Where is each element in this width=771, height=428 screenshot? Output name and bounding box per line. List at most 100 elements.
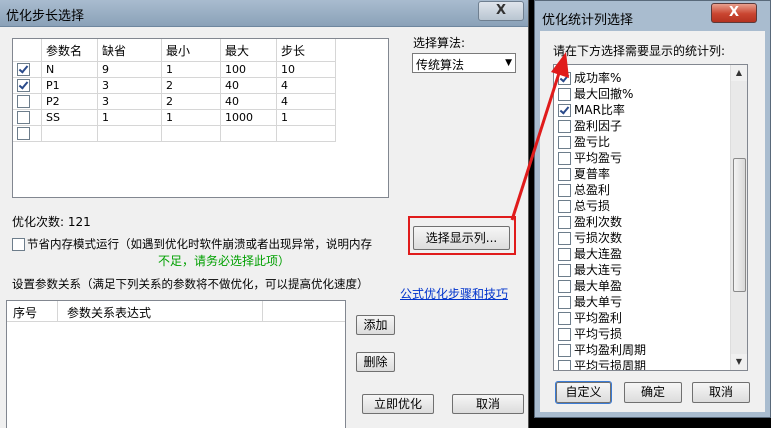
column-option-checkbox[interactable] <box>558 200 571 213</box>
table-cell[interactable]: 3 <box>97 77 162 94</box>
column-option[interactable]: 平均盈利周期 <box>558 341 646 357</box>
cancel-button[interactable]: 取消 <box>692 382 750 403</box>
table-cell[interactable]: 1 <box>161 109 221 126</box>
parameter-grid[interactable]: 参数名 缺省 最小 最大 步长 N 9 1 100 10 P1 3 2 40 4 P2 3 2 40 4 SS… <box>12 38 389 198</box>
column-option[interactable]: 盈亏比 <box>558 133 610 149</box>
column-header[interactable]: 参数名 <box>41 39 98 62</box>
optimize-now-button[interactable]: 立即优化 <box>362 394 434 414</box>
column-option[interactable]: 总盈利 <box>558 181 610 197</box>
table-row[interactable]: P1 3 2 40 4 <box>13 77 336 94</box>
column-option-checkbox[interactable] <box>558 296 571 309</box>
column-option[interactable]: MAR比率 <box>558 101 625 117</box>
table-cell[interactable]: 2 <box>161 93 221 110</box>
add-button[interactable]: 添加 <box>356 315 395 335</box>
table-cell[interactable]: 1000 <box>220 109 277 126</box>
column-option[interactable]: 盈利次数 <box>558 213 622 229</box>
column-option[interactable]: 最大连亏 <box>558 261 622 277</box>
column-header[interactable]: 步长 <box>276 39 336 62</box>
column-option-checkbox[interactable] <box>558 136 571 149</box>
table-cell[interactable]: 3 <box>97 93 162 110</box>
row-checkbox[interactable] <box>17 95 30 109</box>
table-cell[interactable]: 10 <box>276 61 336 78</box>
table-cell[interactable] <box>97 125 162 142</box>
column-option-checkbox[interactable] <box>558 104 571 117</box>
row-checkbox[interactable] <box>17 79 30 93</box>
scroll-down-icon[interactable]: ▼ <box>731 354 747 370</box>
table-cell[interactable]: 100 <box>220 61 277 78</box>
table-cell[interactable]: 4 <box>276 93 336 110</box>
table-cell[interactable] <box>41 125 98 142</box>
custom-button[interactable]: 自定义 <box>555 381 612 404</box>
table-cell[interactable] <box>161 125 221 142</box>
row-checkbox-cell[interactable] <box>13 93 42 110</box>
confirm-button[interactable]: 确定 <box>624 382 682 403</box>
table-cell[interactable]: 1 <box>97 109 162 126</box>
column-option[interactable]: 平均盈利 <box>558 309 622 325</box>
table-cell[interactable]: 9 <box>97 61 162 78</box>
column-option-checkbox[interactable] <box>558 248 571 261</box>
dialog-titlebar[interactable]: 优化步长选择 X <box>0 0 528 27</box>
table-cell[interactable]: P2 <box>41 93 98 110</box>
table-cell[interactable]: 40 <box>220 77 277 94</box>
column-option[interactable]: 夏普率 <box>558 165 610 181</box>
column-option-checkbox[interactable] <box>558 72 571 85</box>
row-checkbox[interactable] <box>17 111 30 125</box>
scroll-up-icon[interactable]: ▲ <box>731 65 747 81</box>
table-cell[interactable] <box>220 125 277 142</box>
column-header[interactable]: 最小 <box>161 39 221 62</box>
column-option-checkbox[interactable] <box>558 344 571 357</box>
column-option[interactable]: 平均盈亏 <box>558 149 622 165</box>
row-checkbox-cell[interactable] <box>13 77 42 94</box>
column-header[interactable]: 参数关系表达式 <box>67 304 151 321</box>
scrollbar-thumb[interactable] <box>733 158 746 292</box>
column-option-checkbox[interactable] <box>558 328 571 341</box>
close-button[interactable]: X <box>711 3 757 23</box>
relation-table[interactable]: 序号 参数关系表达式 <box>6 300 346 428</box>
column-option[interactable]: 最大单亏 <box>558 293 622 309</box>
column-option-checkbox[interactable] <box>558 216 571 229</box>
column-option-checkbox[interactable] <box>558 312 571 325</box>
cancel-button[interactable]: 取消 <box>452 394 524 414</box>
column-option[interactable]: 平均亏损 <box>558 325 622 341</box>
close-button[interactable]: X <box>478 1 524 21</box>
column-option[interactable]: 最大连盈 <box>558 245 622 261</box>
column-option[interactable]: 总亏损 <box>558 197 610 213</box>
row-checkbox[interactable] <box>17 63 30 77</box>
row-checkbox-cell[interactable] <box>13 109 42 126</box>
column-option-checkbox[interactable] <box>558 88 571 101</box>
save-memory-checkbox[interactable] <box>12 238 25 251</box>
column-option-checkbox[interactable] <box>558 232 571 245</box>
table-cell[interactable]: 1 <box>161 61 221 78</box>
column-option[interactable]: 盈利因子 <box>558 117 622 133</box>
column-option-checkbox[interactable] <box>558 360 571 370</box>
column-option[interactable]: 最大单盈 <box>558 277 622 293</box>
column-option[interactable]: 平均亏损周期 <box>558 357 646 370</box>
row-checkbox-cell[interactable] <box>13 61 42 78</box>
table-cell[interactable]: 1 <box>276 109 336 126</box>
column-option-checkbox[interactable] <box>558 168 571 181</box>
columns-list[interactable]: 成功率% 最大回撤% MAR比率 盈利因子 盈亏比 平均盈亏 夏普率 总盈利 总亏损 盈利次数 亏损… <box>553 64 748 371</box>
table-row[interactable]: P2 3 2 40 4 <box>13 93 336 110</box>
column-option-checkbox[interactable] <box>558 184 571 197</box>
column-option[interactable]: 最大回撤% <box>558 85 633 101</box>
column-header[interactable]: 序号 <box>13 304 37 321</box>
empty-table-row[interactable] <box>13 125 336 142</box>
table-cell[interactable]: SS <box>41 109 98 126</box>
column-option-checkbox[interactable] <box>558 152 571 165</box>
row-checkbox[interactable] <box>17 127 30 141</box>
vertical-scrollbar[interactable]: ▲ ▼ <box>730 65 747 370</box>
delete-button[interactable]: 删除 <box>356 352 395 372</box>
column-option-checkbox[interactable] <box>558 280 571 293</box>
table-row[interactable]: N 9 1 100 10 <box>13 61 336 78</box>
column-option-checkbox[interactable] <box>558 120 571 133</box>
algorithm-select[interactable]: 传统算法 ▼ <box>412 53 516 73</box>
column-option[interactable]: 成功率% <box>558 69 621 85</box>
table-cell[interactable]: 4 <box>276 77 336 94</box>
column-option-checkbox[interactable] <box>558 264 571 277</box>
column-option[interactable]: 亏损次数 <box>558 229 622 245</box>
column-header[interactable]: 缺省 <box>97 39 162 62</box>
formula-tips-link[interactable]: 公式优化步骤和技巧 <box>400 285 508 302</box>
table-row[interactable]: SS 1 1 1000 1 <box>13 109 336 126</box>
column-header[interactable]: 最大 <box>220 39 277 62</box>
row-checkbox-cell[interactable] <box>13 125 42 142</box>
